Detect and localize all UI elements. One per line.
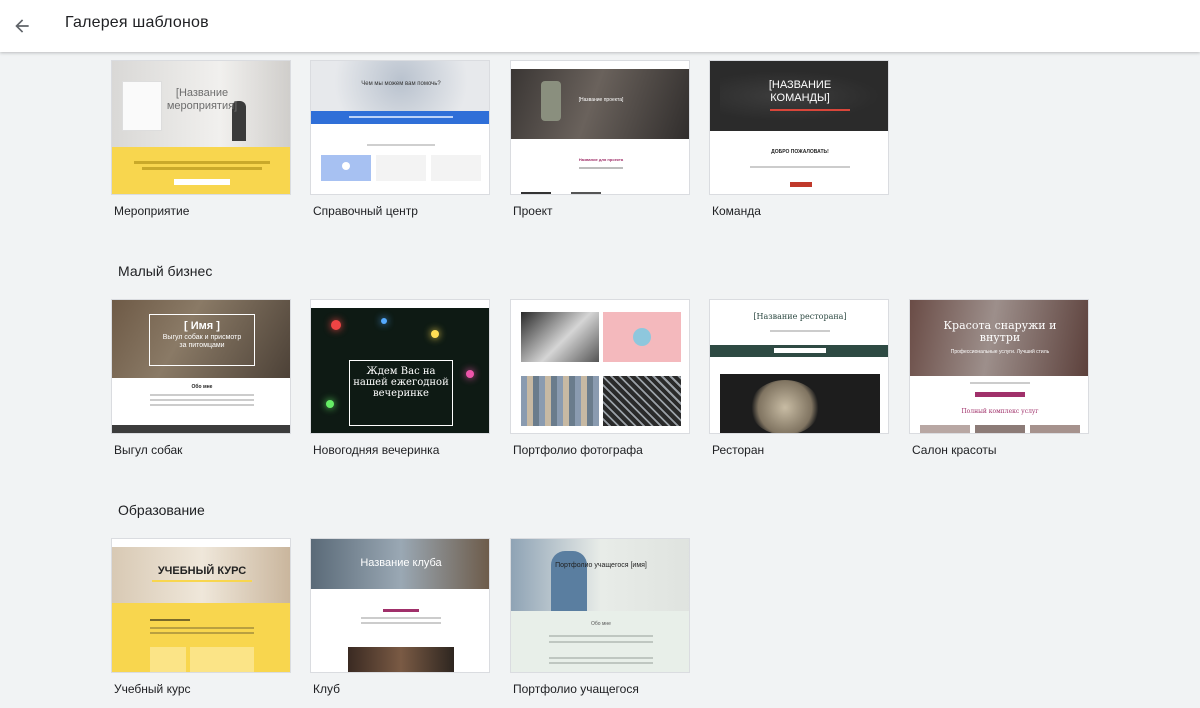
thumbnail-subtitle: Профессиональные услуги. Лучший стиль	[950, 349, 1050, 355]
template-thumbnail: [ Имя ] Выгул собак и присмотр за питомц…	[111, 299, 291, 434]
template-label: Команда	[712, 204, 761, 218]
template-thumbnail: УЧЕБНЫЙ КУРС	[111, 538, 291, 673]
template-label: Ресторан	[712, 443, 765, 457]
thumbnail-title: Красота снаружи и внутри	[943, 319, 1057, 344]
template-thumbnail: [НАЗВАНИЕ КОМАНДЫ] ДОБРО ПОЖАЛОВАТЬ!	[709, 60, 889, 195]
template-label: Выгул собак	[114, 443, 183, 457]
thumbnail-about: Обо мне	[191, 384, 213, 390]
thumbnail-title: [ Имя ]	[184, 320, 220, 332]
template-card-team[interactable]: [НАЗВАНИЕ КОМАНДЫ] ДОБРО ПОЖАЛОВАТЬ! Ком…	[709, 60, 889, 218]
template-card-event[interactable]: [Название мероприятия] Мероприятие	[111, 60, 291, 218]
template-label: Учебный курс	[114, 682, 191, 696]
back-button[interactable]	[6, 10, 38, 42]
thumbnail-subtitle: ДОБРО ПОЖАЛОВАТЬ!	[771, 149, 829, 155]
template-label: Салон красоты	[912, 443, 997, 457]
template-label: Проект	[513, 204, 553, 218]
template-card-student-portfolio[interactable]: Портфолио учащегося [имя] Обо мне Портфо…	[510, 538, 690, 696]
template-card-restaurant[interactable]: [Название ресторана] Ресторан	[709, 299, 889, 457]
template-thumbnail	[510, 299, 690, 434]
template-label: Новогодняя вечеринка	[313, 443, 440, 457]
page-title: Галерея шаблонов	[65, 14, 209, 31]
template-label: Мероприятие	[114, 204, 190, 218]
template-card-course[interactable]: УЧЕБНЫЙ КУРС Учебный курс	[111, 538, 291, 696]
thumbnail-subtitle: Название для проекта	[578, 157, 624, 162]
thumbnail-title: Название клуба	[360, 557, 442, 569]
thumbnail-title: [Название проекта]	[578, 97, 624, 103]
thumbnail-title: Ждем Вас на нашей ежегодной вечеринке	[353, 366, 449, 399]
thumbnail-title: [Название ресторана]	[753, 312, 847, 321]
template-thumbnail: [Название ресторана]	[709, 299, 889, 434]
template-card-club[interactable]: Название клуба Клуб	[310, 538, 490, 696]
thumbnail-title: Чем мы можем вам помочь?	[361, 81, 441, 87]
section-title-small-business: Малый бизнес	[118, 263, 213, 279]
template-thumbnail: [Название проекта] Название для проекта	[510, 60, 690, 195]
template-thumbnail: Чем мы можем вам помочь?	[310, 60, 490, 195]
template-card-help-center[interactable]: Чем мы можем вам помочь? Справочный цент…	[310, 60, 490, 218]
template-card-dog-walking[interactable]: [ Имя ] Выгул собак и присмотр за питомц…	[111, 299, 291, 457]
template-label: Справочный центр	[313, 204, 418, 218]
template-thumbnail: Портфолио учащегося [имя] Обо мне	[510, 538, 690, 673]
template-thumbnail: Ждем Вас на нашей ежегодной вечеринке	[310, 299, 490, 434]
thumbnail-services: Полный комплекс услуг	[961, 408, 1039, 415]
template-label: Портфолио учащегося	[513, 682, 639, 696]
template-label: Клуб	[313, 682, 340, 696]
thumbnail-title: [Название мероприятия]	[166, 87, 238, 112]
arrow-back-icon	[15, 19, 29, 33]
section-title-education: Образование	[118, 502, 205, 518]
template-gallery: [Название мероприятия] Мероприятие Чем м…	[0, 52, 1200, 708]
thumbnail-about: Обо мне	[591, 621, 611, 627]
template-label: Портфолио фотографа	[513, 443, 643, 457]
template-card-project[interactable]: [Название проекта] Название для проекта …	[510, 60, 690, 218]
template-thumbnail: Название клуба	[310, 538, 490, 673]
top-app-bar: Галерея шаблонов	[0, 0, 1200, 52]
template-card-beauty-salon[interactable]: Красота снаружи и внутри Профессиональны…	[909, 299, 1089, 457]
template-card-photo-portfolio[interactable]: Портфолио фотографа	[510, 299, 690, 457]
thumbnail-title: Портфолио учащегося [имя]	[555, 562, 647, 569]
thumbnail-subtitle: Выгул собак и присмотр за питомцами	[162, 334, 242, 349]
thumbnail-title: УЧЕБНЫЙ КУРС	[157, 565, 247, 577]
thumbnail-title: [НАЗВАНИЕ КОМАНДЫ]	[768, 79, 832, 104]
template-thumbnail: [Название мероприятия]	[111, 60, 291, 195]
template-thumbnail: Красота снаружи и внутри Профессиональны…	[909, 299, 1089, 434]
template-card-new-year-party[interactable]: Ждем Вас на нашей ежегодной вечеринке Но…	[310, 299, 490, 457]
